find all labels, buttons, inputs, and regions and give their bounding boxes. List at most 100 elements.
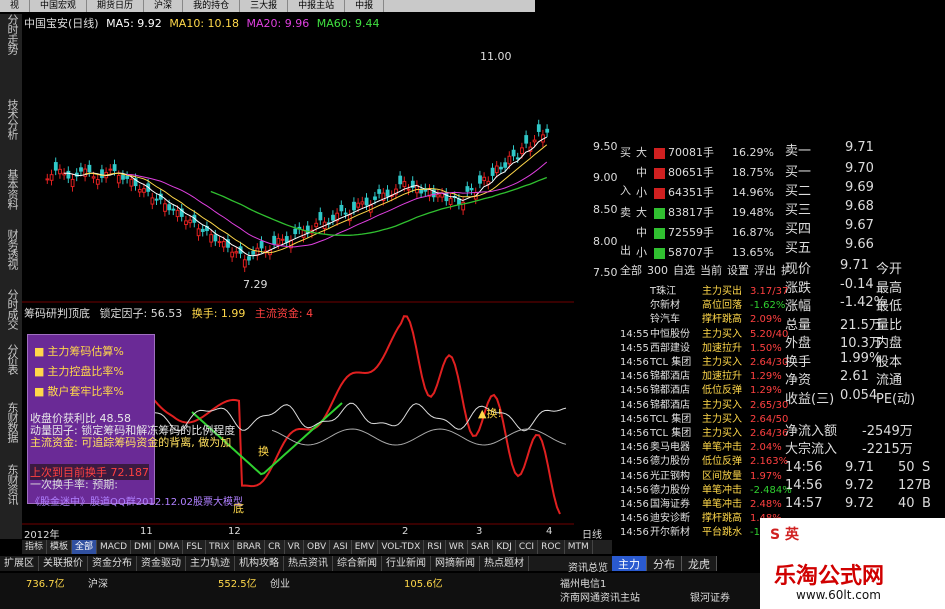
indicator-tab[interactable]: ROC — [538, 540, 565, 554]
order-volume: 64351手 — [668, 186, 714, 199]
indicator-tab[interactable]: DMI — [131, 540, 156, 554]
module-tab[interactable]: 扩展区 — [0, 556, 39, 571]
module-tab[interactable]: 资金驱动 — [137, 556, 186, 571]
candle-body — [213, 234, 218, 242]
status-server-3: 银河证券 — [690, 593, 730, 604]
indicator-tab[interactable]: DMA — [155, 540, 184, 554]
flow-stock: 锦都酒店 — [650, 371, 690, 383]
indicator-tab[interactable]: 模板 — [47, 540, 73, 554]
indicator-tab[interactable]: BRAR — [234, 540, 266, 554]
indicator-tab[interactable]: ASI — [330, 540, 352, 554]
flow-row[interactable]: 14:56奥马电器 单笔冲击 2.04% — [620, 438, 782, 453]
flow-row[interactable]: 14:56德力股份 低位反弹 2.163% — [620, 452, 788, 467]
top-menu-item[interactable]: 沪深 — [144, 0, 184, 12]
flow-row[interactable]: 铃汽车 撑杆跳高 2.09% — [620, 310, 782, 325]
top-menu-item[interactable]: 视 — [0, 0, 31, 12]
flow-row[interactable]: 14:56开尔新材平台跳水-1.6% — [620, 523, 779, 538]
indicator-tab[interactable]: 指标 — [22, 540, 48, 554]
left-tab[interactable]: 分价表 — [2, 344, 20, 374]
indicator-tab[interactable]: 全部 — [72, 540, 98, 554]
left-tab[interactable]: 技术分析 — [2, 99, 20, 139]
flow-row[interactable]: 14:56TCL 集团 主力买入 2.64/36 — [620, 424, 788, 439]
top-menu-item[interactable]: 我的持仓 — [183, 0, 241, 12]
order-pct: 18.75% — [732, 166, 774, 179]
ma5-value: MA5: 9.92 — [106, 17, 162, 30]
candle-body — [100, 169, 104, 178]
top-menu-item[interactable]: 中国宏观 — [30, 0, 88, 12]
indicator-tab[interactable]: VOL-TDX — [378, 540, 425, 554]
left-tab[interactable]: 分时走势 — [2, 14, 20, 54]
flow-row[interactable]: 14:56光正钢构 区间放量 1.97% — [620, 467, 782, 482]
module-tab[interactable]: 热点资讯 — [284, 556, 333, 571]
flow-row[interactable]: 14:55中恒股份 主力买入 5.20/40 — [620, 325, 788, 340]
filter-tab[interactable]: 全部 — [620, 264, 642, 277]
flow-row[interactable]: 14:56锦都酒店 主力买入 2.65/30 — [620, 396, 788, 411]
indicator-tab[interactable]: EMV — [352, 540, 379, 554]
filter-tab[interactable]: 300 — [647, 264, 668, 277]
filter-tab[interactable]: 当前 — [700, 264, 722, 277]
flow-row[interactable]: 14:56锦都酒店 低位反弹 1.29% — [620, 381, 782, 396]
left-tab[interactable]: 东财数据 — [2, 402, 20, 442]
indicator-tab[interactable]: KDJ — [493, 540, 516, 554]
module-tab[interactable]: 资金分布 — [88, 556, 137, 571]
candle-body — [373, 196, 377, 200]
indicator-tab[interactable]: OBV — [304, 540, 331, 554]
filter-tab[interactable]: 浮出 — [754, 264, 776, 277]
period-label[interactable]: 日线 — [582, 526, 602, 541]
flow-stock: 锦都酒店 — [650, 399, 690, 411]
left-tab[interactable]: 东财资讯 — [2, 464, 20, 504]
flow-row[interactable]: 14:56国海证券 单笔冲击 2.48% — [620, 495, 782, 510]
price-axis-label: 9.50 — [593, 140, 618, 153]
flow-stock: 奥马电器 — [650, 442, 690, 454]
flow-row[interactable]: 14:56迪安诊断撑杆跳高1.48% — [620, 509, 782, 524]
candle-body — [196, 228, 201, 237]
flow-stock: 迪安诊断 — [650, 513, 690, 525]
flow-row[interactable]: 14:56TCL 集团 主力买入 2.64/30 — [620, 353, 788, 368]
indicator-tab[interactable]: MTM — [565, 540, 593, 554]
flow-row[interactable]: 尔新材 高位回落 -1.62% — [620, 296, 785, 311]
top-menu-item[interactable]: 中报主站 — [288, 0, 346, 12]
candle-body — [490, 167, 495, 176]
indicator-tab[interactable]: CR — [265, 540, 285, 554]
top-menu-item[interactable]: 中报 — [345, 0, 385, 12]
left-tab[interactable]: 分时成交 — [2, 289, 20, 329]
filter-tab[interactable]: 设置 — [727, 264, 749, 277]
left-tab[interactable]: 基本资料 — [2, 169, 20, 209]
indicator-line: 筹码研判顶底 锁定因子: 56.53 换手: 1.99 主流资金: 4 — [24, 305, 313, 321]
filter-tab[interactable]: 自选 — [673, 264, 695, 277]
top-menu-item[interactable]: 三大报 — [240, 0, 289, 12]
right-tab[interactable]: 分布 — [647, 556, 682, 571]
module-tab[interactable]: 机构攻略 — [235, 556, 284, 571]
module-tab[interactable]: 关联报价 — [39, 556, 88, 571]
flow-row[interactable]: 14:56锦都酒店 加速拉升 1.29% — [620, 367, 782, 382]
flow-row[interactable]: T珠江 主力买出 3.17/37 — [620, 282, 788, 297]
indicator-tab[interactable]: VR — [285, 540, 305, 554]
stat-value: 9.71 — [840, 258, 869, 273]
indicator-tab[interactable]: CCI — [516, 540, 539, 554]
indicator-tab[interactable]: SAR — [468, 540, 494, 554]
module-tab[interactable]: 热点题材 — [480, 556, 529, 571]
flow-row[interactable]: 14:55西部建设 加速拉升 1.50% — [620, 339, 782, 354]
indicator-tab[interactable]: TRIX — [206, 540, 234, 554]
left-tab[interactable]: 财务透视 — [2, 229, 20, 269]
module-tab[interactable]: 行业新闻 — [382, 556, 431, 571]
right-tab[interactable]: 龙虎 — [682, 556, 717, 571]
indicator-tab[interactable]: WR — [446, 540, 469, 554]
indicator-tab[interactable]: FSL — [183, 540, 206, 554]
indicator-tab[interactable]: MACD — [97, 540, 132, 554]
top-menu-item[interactable]: 期货日历 — [87, 0, 145, 12]
order-color-box — [654, 247, 665, 259]
flow-row[interactable]: 14:56TCL 集团 主力买入 2.64/50 — [620, 410, 788, 425]
candlesticks — [45, 119, 550, 273]
indicator-tab[interactable]: RSI — [424, 540, 446, 554]
price-axis-label: 8.00 — [593, 235, 618, 248]
module-tab[interactable]: 主力轨迹 — [186, 556, 235, 571]
order-row: 小 58707手 13.65% — [636, 244, 774, 260]
info-overview-tab[interactable]: 资讯总览 — [568, 559, 608, 574]
module-tab[interactable]: 网摘新闻 — [431, 556, 480, 571]
right-tab[interactable]: 主力 — [612, 556, 647, 571]
candle-body — [49, 174, 54, 181]
flow-row[interactable]: 14:56德力股份 单笔冲击 -2.484% — [620, 481, 792, 496]
module-tab[interactable]: 综合新闻 — [333, 556, 382, 571]
candle-body — [137, 189, 142, 193]
